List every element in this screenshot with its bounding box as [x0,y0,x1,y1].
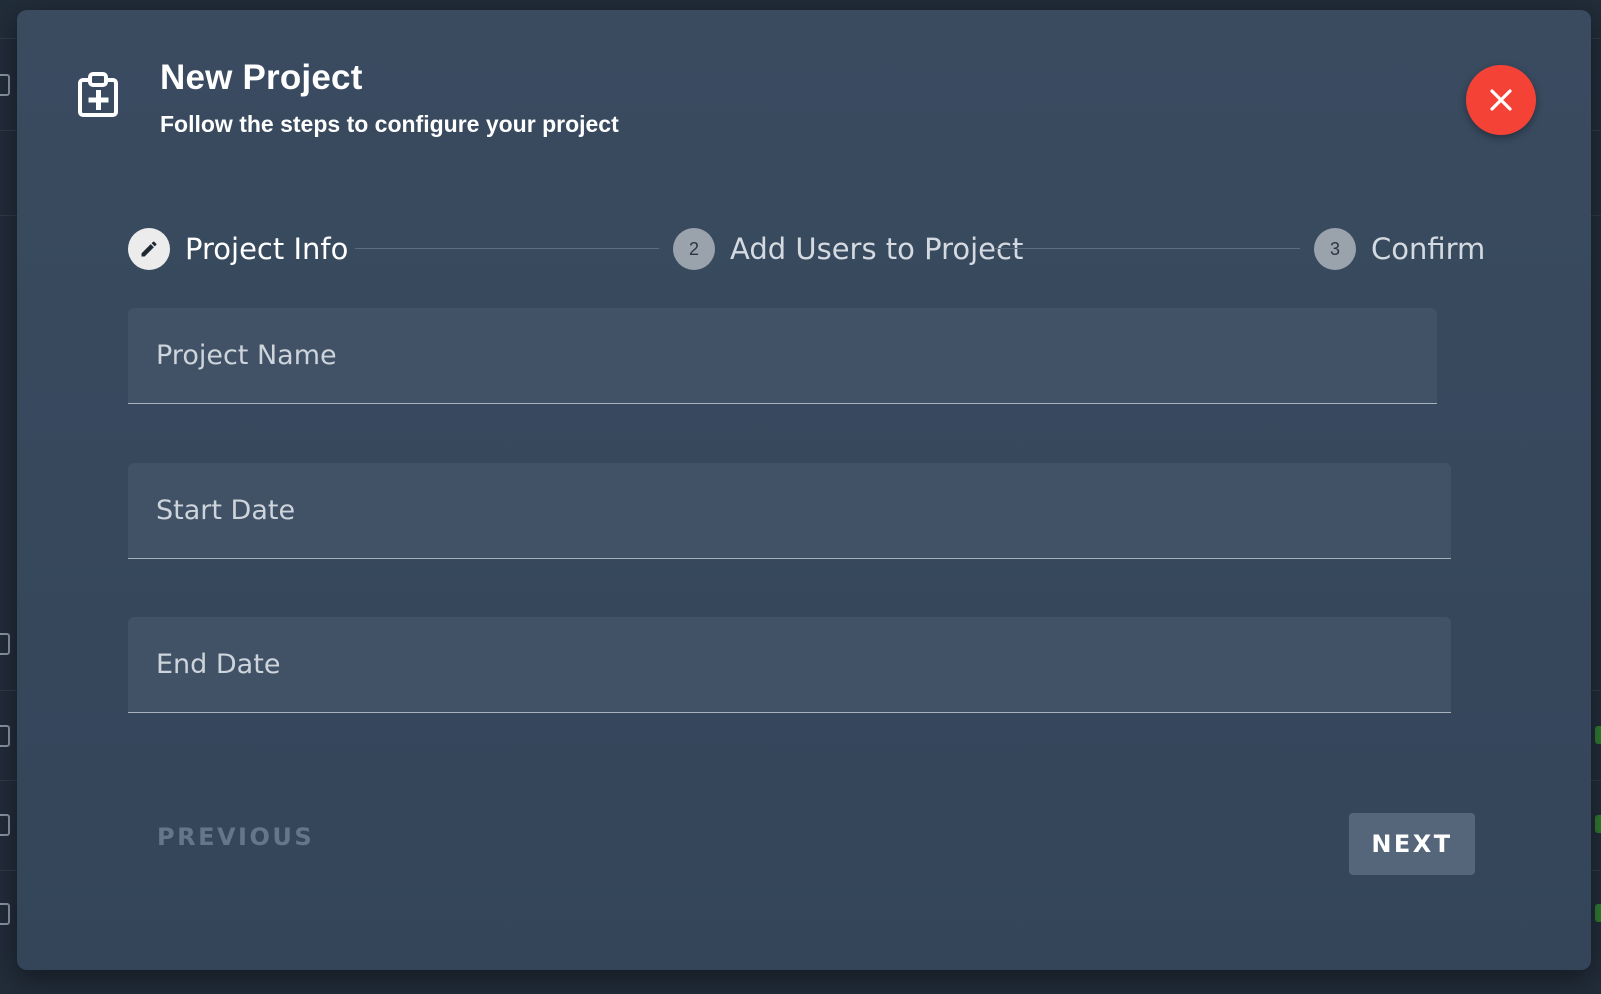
clipboard-plus-icon [77,72,119,118]
project-name-input[interactable] [128,308,1437,403]
end-date-field [128,617,1451,713]
start-date-field [128,463,1451,559]
previous-button[interactable]: PREVIOUS [157,823,314,851]
start-date-input[interactable] [128,463,1451,558]
step-2-marker: 2 [673,228,715,270]
close-button[interactable] [1466,65,1536,135]
step-project-info[interactable]: Project Info [128,227,348,271]
bg-status-marker [1595,726,1601,744]
step-connector [994,248,1300,249]
stepper: Project Info 2 Add Users to Project 3 Co… [128,227,1498,271]
step-3-label: Confirm [1371,232,1486,266]
step-add-users[interactable]: 2 Add Users to Project [673,227,1023,271]
project-name-field [128,308,1437,404]
dialog-title: New Project [160,58,363,97]
step-1-marker [128,228,170,270]
bg-row-checkbox [0,903,10,925]
step-1-label: Project Info [185,232,349,266]
pencil-icon [141,241,157,257]
bg-status-marker [1595,904,1601,922]
new-project-dialog: New Project Follow the steps to configur… [17,10,1591,970]
step-confirm[interactable]: 3 Confirm [1314,227,1485,271]
end-date-input[interactable] [128,617,1451,712]
next-button[interactable]: NEXT [1349,813,1475,875]
bg-row-checkbox [0,74,10,96]
bg-row-checkbox [0,633,10,655]
close-icon [1490,89,1512,111]
step-3-marker: 3 [1314,228,1356,270]
step-2-label: Add Users to Project [730,232,1024,266]
bg-status-marker [1595,815,1601,833]
step-connector [355,248,659,249]
dialog-subtitle: Follow the steps to configure your proje… [160,111,619,137]
bg-row-checkbox [0,725,10,747]
bg-row-checkbox [0,814,10,836]
